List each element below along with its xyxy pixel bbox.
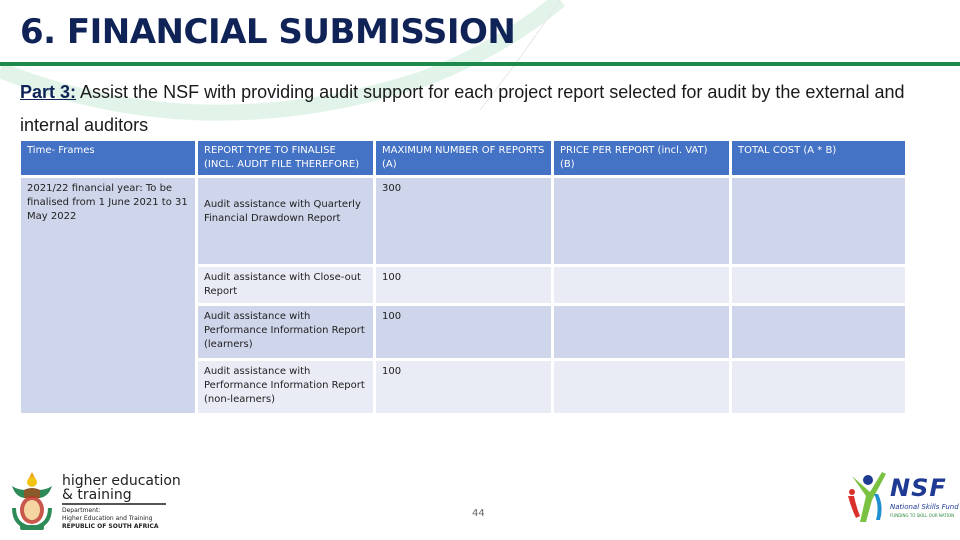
header-total-cost: TOTAL COST (A * B) — [732, 141, 905, 175]
report-type-cell: Audit assistance with Performance Inform… — [198, 306, 373, 358]
coat-of-arms-icon — [12, 472, 52, 531]
dhet-dept-name: Higher Education and Training — [62, 515, 153, 522]
total-cost-cell[interactable] — [732, 361, 905, 413]
intro-paragraph: Part 3: Assist the NSF with providing au… — [20, 76, 920, 142]
max-reports-cell: 100 — [376, 306, 551, 358]
max-reports-cell: 100 — [376, 361, 551, 413]
intro-lead: Part 3: — [20, 82, 77, 102]
table-header-row: Time- Frames REPORT TYPE TO FINALISE (IN… — [21, 141, 905, 175]
slide-title: 6. FINANCIAL SUBMISSION — [20, 12, 516, 52]
report-type-cell: Audit assistance with Performance Inform… — [198, 361, 373, 413]
price-cell[interactable] — [554, 267, 729, 303]
title-divider — [0, 62, 960, 66]
total-cost-cell[interactable] — [732, 178, 905, 264]
nsf-figures-icon — [848, 472, 886, 522]
intro-text: Assist the NSF with providing audit supp… — [20, 82, 905, 135]
page-number: 44 — [472, 508, 485, 519]
price-cell[interactable] — [554, 178, 729, 264]
header-max-reports: MAXIMUM NUMBER OF REPORTS (A) — [376, 141, 551, 175]
price-cell[interactable] — [554, 361, 729, 413]
nsf-logo-tagline: FUNDING TO SKILL OUR NATION — [890, 513, 955, 518]
report-type-cell: Audit assistance with Quarterly Financia… — [198, 178, 373, 264]
max-reports-cell: 300 — [376, 178, 551, 264]
header-report-type: REPORT TYPE TO FINALISE (INCL. AUDIT FIL… — [198, 141, 373, 175]
timeframe-cell: 2021/22 financial year: To be finalised … — [21, 178, 195, 413]
report-type-cell: Audit assistance with Close-out Report — [198, 267, 373, 303]
header-time-frames: Time- Frames — [21, 141, 195, 175]
price-cell[interactable] — [554, 306, 729, 358]
dhet-line2: & training — [62, 487, 132, 503]
nsf-logo-name: NSF — [890, 474, 947, 502]
dhet-dept-label: Department: — [62, 507, 101, 514]
dhet-country: REPUBLIC OF SOUTH AFRICA — [62, 523, 159, 530]
dhet-divider — [62, 503, 166, 505]
total-cost-cell[interactable] — [732, 267, 905, 303]
header-price-per-report: PRICE PER REPORT (incl. VAT) (B) — [554, 141, 729, 175]
financial-table: Time- Frames REPORT TYPE TO FINALISE (IN… — [18, 138, 908, 416]
dhet-logo-text: higher education & training — [62, 474, 181, 502]
nsf-logo-subtitle: National Skills Fund — [890, 503, 959, 511]
max-reports-cell: 100 — [376, 267, 551, 303]
table-row: 2021/22 financial year: To be finalised … — [21, 178, 905, 413]
dhet-line1: higher education — [62, 473, 181, 489]
dhet-department: Department: Higher Education and Trainin… — [62, 507, 153, 523]
total-cost-cell[interactable] — [732, 306, 905, 358]
